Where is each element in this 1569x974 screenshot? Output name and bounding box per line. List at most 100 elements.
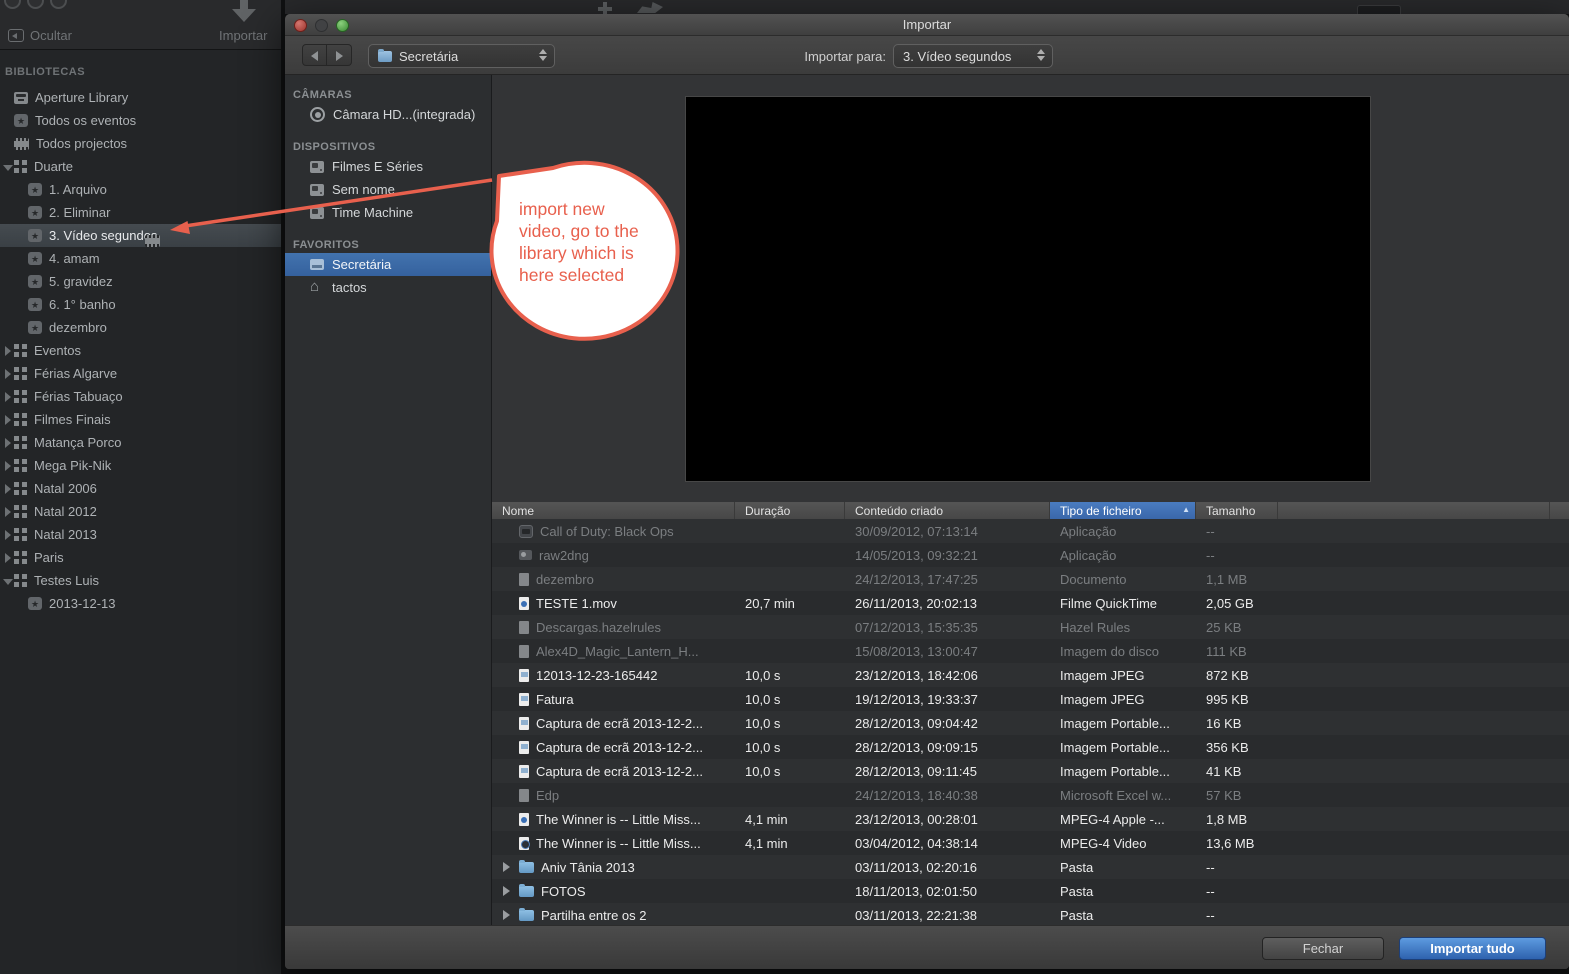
- dialog-titlebar[interactable]: Importar: [285, 14, 1569, 36]
- folder-disclosure-icon[interactable]: [502, 549, 519, 561]
- folder-disclosure-icon[interactable]: [502, 741, 519, 753]
- folder-disclosure-icon[interactable]: [502, 717, 519, 729]
- disclosure-triangle-icon[interactable]: [2, 115, 14, 127]
- sidebar-item[interactable]: Eventos: [0, 339, 281, 362]
- disclosure-triangle-icon[interactable]: [2, 161, 14, 173]
- source-item[interactable]: Sem nome: [285, 178, 491, 201]
- disclosure-triangle-icon[interactable]: [2, 437, 14, 449]
- folder-disclosure-icon[interactable]: [502, 597, 519, 609]
- folder-disclosure-icon[interactable]: [502, 789, 519, 801]
- sidebar-item[interactable]: Férias Algarve: [0, 362, 281, 385]
- close-button[interactable]: Fechar: [1262, 937, 1384, 960]
- source-item[interactable]: Filmes E Séries: [285, 155, 491, 178]
- table-row[interactable]: The Winner is -- Little Miss... 4,1 min …: [492, 807, 1569, 831]
- column-header-duration[interactable]: Duração: [735, 502, 845, 519]
- table-row[interactable]: Captura de ecrã 2013-12-2... 10,0 s 28/1…: [492, 735, 1569, 759]
- column-header-created[interactable]: Conteúdo criado: [845, 502, 1050, 519]
- column-header-name[interactable]: Nome: [492, 502, 735, 519]
- disclosure-triangle-icon[interactable]: [2, 368, 14, 380]
- folder-disclosure-icon[interactable]: [502, 645, 519, 657]
- folder-disclosure-icon[interactable]: [502, 765, 519, 777]
- folder-disclosure-icon[interactable]: [502, 813, 519, 825]
- table-row[interactable]: 12013-12-23-165442 10,0 s 23/12/2013, 18…: [492, 663, 1569, 687]
- table-row[interactable]: Descargas.hazelrules 07/12/2013, 15:35:3…: [492, 615, 1569, 639]
- disclosure-triangle-icon[interactable]: [16, 276, 28, 288]
- sidebar-item[interactable]: Filmes Finais: [0, 408, 281, 431]
- sidebar-item[interactable]: 3. Vídeo segundos: [0, 224, 281, 247]
- sidebar-item[interactable]: 5. gravidez: [0, 270, 281, 293]
- disclosure-triangle-icon[interactable]: [2, 345, 14, 357]
- table-row[interactable]: Call of Duty: Black Ops 30/09/2012, 07:1…: [492, 519, 1569, 543]
- folder-disclosure-icon[interactable]: [502, 669, 519, 681]
- disclosure-triangle-icon[interactable]: [16, 230, 28, 242]
- minimize-window-button[interactable]: [27, 0, 44, 9]
- disclosure-triangle-icon[interactable]: [16, 598, 28, 610]
- sidebar-item[interactable]: Duarte: [0, 155, 281, 178]
- source-item[interactable]: Time Machine: [285, 201, 491, 224]
- sidebar-item[interactable]: 2. Eliminar: [0, 201, 281, 224]
- table-row[interactable]: FOTOS 18/11/2013, 02:01:50 Pasta --: [492, 879, 1569, 903]
- column-header-size[interactable]: Tamanho: [1196, 502, 1278, 519]
- disclosure-triangle-icon[interactable]: [2, 138, 14, 150]
- close-window-button[interactable]: [4, 0, 21, 9]
- disclosure-triangle-icon[interactable]: [16, 299, 28, 311]
- folder-disclosure-icon[interactable]: [502, 525, 519, 537]
- table-row[interactable]: raw2dng 14/05/2013, 09:32:21 Aplicação -…: [492, 543, 1569, 567]
- folder-disclosure-icon[interactable]: [502, 693, 519, 705]
- folder-disclosure-icon[interactable]: [502, 837, 519, 849]
- sidebar-item[interactable]: Matança Porco: [0, 431, 281, 454]
- table-row[interactable]: dezembro 24/12/2013, 17:47:25 Documento …: [492, 567, 1569, 591]
- sidebar-item[interactable]: Mega Pik-Nik: [0, 454, 281, 477]
- disclosure-triangle-icon[interactable]: [2, 391, 14, 403]
- source-item[interactable]: tactos: [285, 276, 491, 299]
- disclosure-triangle-icon[interactable]: [16, 322, 28, 334]
- disclosure-triangle-icon[interactable]: [2, 506, 14, 518]
- disclosure-triangle-icon[interactable]: [2, 414, 14, 426]
- sidebar-item[interactable]: Natal 2012: [0, 500, 281, 523]
- table-row[interactable]: Aniv Tânia 2013 03/11/2013, 02:20:16 Pas…: [492, 855, 1569, 879]
- sidebar-item[interactable]: dezembro: [0, 316, 281, 339]
- table-row[interactable]: TESTE 1.mov 20,7 min 26/11/2013, 20:02:1…: [492, 591, 1569, 615]
- disclosure-triangle-icon[interactable]: [2, 483, 14, 495]
- folder-disclosure-icon[interactable]: [502, 621, 519, 633]
- table-row[interactable]: Alex4D_Magic_Lantern_H... 15/08/2013, 13…: [492, 639, 1569, 663]
- table-row[interactable]: Captura de ecrã 2013-12-2... 10,0 s 28/1…: [492, 711, 1569, 735]
- sidebar-item[interactable]: Todos os eventos: [0, 109, 281, 132]
- disclosure-triangle-icon[interactable]: [16, 207, 28, 219]
- zoom-window-button[interactable]: [50, 0, 67, 9]
- table-row[interactable]: Partilha entre os 2 03/11/2013, 22:21:38…: [492, 903, 1569, 925]
- sidebar-item[interactable]: Férias Tabuaço: [0, 385, 281, 408]
- forward-button[interactable]: [327, 44, 352, 66]
- disclosure-triangle-icon[interactable]: [2, 460, 14, 472]
- table-row[interactable]: Captura de ecrã 2013-12-2... 10,0 s 28/1…: [492, 759, 1569, 783]
- folder-disclosure-icon[interactable]: [502, 861, 519, 873]
- hide-sidebar-button[interactable]: Ocultar: [8, 28, 72, 43]
- location-dropdown[interactable]: Secretária: [368, 44, 555, 68]
- sidebar-item[interactable]: 1. Arquivo: [0, 178, 281, 201]
- table-row[interactable]: The Winner is -- Little Miss... 4,1 min …: [492, 831, 1569, 855]
- sidebar-item[interactable]: 4. amam: [0, 247, 281, 270]
- sidebar-item[interactable]: Natal 2006: [0, 477, 281, 500]
- column-header-type[interactable]: Tipo de ficheiro ▲: [1050, 502, 1196, 519]
- sidebar-item[interactable]: Natal 2013: [0, 523, 281, 546]
- sidebar-item[interactable]: Todos projectos: [0, 132, 281, 155]
- sidebar-item[interactable]: Paris: [0, 546, 281, 569]
- import-toolbar-button[interactable]: Importar: [219, 0, 267, 46]
- sidebar-item[interactable]: Testes Luis: [0, 569, 281, 592]
- disclosure-triangle-icon[interactable]: [2, 92, 14, 104]
- disclosure-triangle-icon[interactable]: [2, 575, 14, 587]
- disclosure-triangle-icon[interactable]: [16, 184, 28, 196]
- folder-disclosure-icon[interactable]: [502, 573, 519, 585]
- disclosure-triangle-icon[interactable]: [2, 529, 14, 541]
- folder-disclosure-icon[interactable]: [502, 909, 519, 921]
- source-item[interactable]: Secretária: [285, 253, 491, 276]
- table-row[interactable]: Fatura 10,0 s 19/12/2013, 19:33:37 Image…: [492, 687, 1569, 711]
- video-preview[interactable]: [685, 96, 1371, 482]
- sidebar-item[interactable]: 2013-12-13: [0, 592, 281, 615]
- back-button[interactable]: [302, 44, 327, 66]
- sidebar-item[interactable]: 6. 1° banho: [0, 293, 281, 316]
- sidebar-item[interactable]: Aperture Library: [0, 86, 281, 109]
- table-row[interactable]: Edp 24/12/2013, 18:40:38 Microsoft Excel…: [492, 783, 1569, 807]
- disclosure-triangle-icon[interactable]: [16, 253, 28, 265]
- disclosure-triangle-icon[interactable]: [2, 552, 14, 564]
